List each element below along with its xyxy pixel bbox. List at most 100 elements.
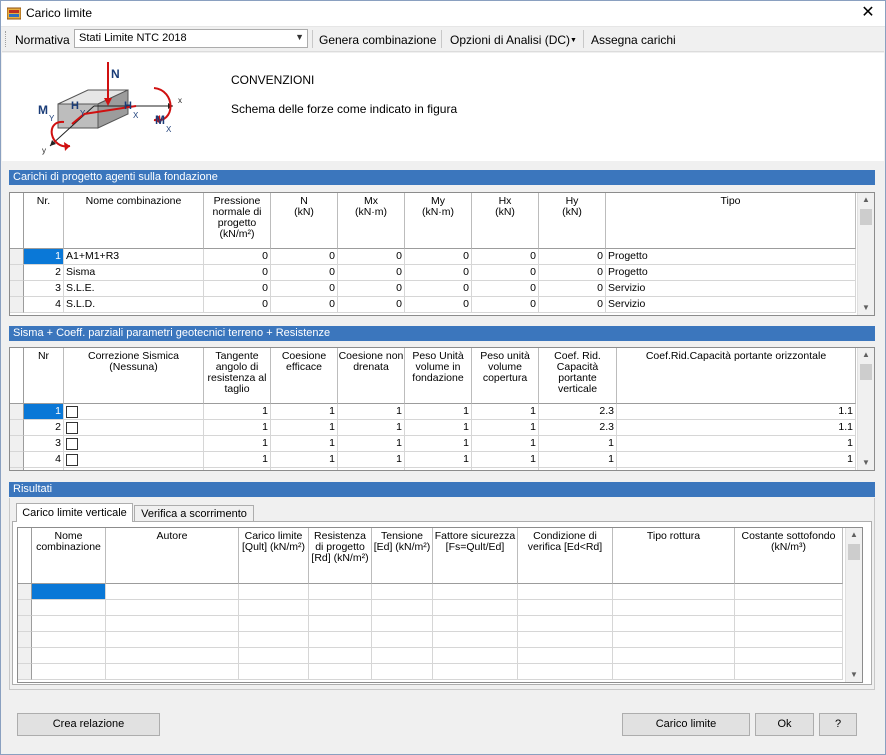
table-cell[interactable]: [617, 468, 856, 470]
table-cell[interactable]: 0: [472, 249, 539, 265]
table-cell[interactable]: [239, 616, 309, 632]
close-icon[interactable]: ✕: [858, 3, 878, 23]
vertical-scrollbar[interactable]: ▲ ▼: [857, 193, 874, 315]
row-header[interactable]: [18, 584, 32, 600]
table-cell[interactable]: 1: [617, 436, 856, 452]
table-cell[interactable]: 0: [405, 265, 472, 281]
table-cell[interactable]: [64, 436, 204, 452]
table-cell[interactable]: [309, 632, 372, 648]
table-cell[interactable]: 0: [204, 281, 271, 297]
correzione-sismica-checkbox[interactable]: [66, 437, 78, 450]
table-cell[interactable]: [204, 468, 271, 470]
table-cell[interactable]: [309, 600, 372, 616]
table-cell[interactable]: [735, 648, 843, 664]
table-cell[interactable]: [24, 468, 64, 470]
table-cell[interactable]: 1: [539, 436, 617, 452]
column-header[interactable]: Peso unità volume copertura: [472, 348, 539, 404]
table-cell[interactable]: 1: [472, 452, 539, 468]
table-cell[interactable]: [735, 664, 843, 680]
table-cell[interactable]: 0: [539, 265, 606, 281]
table-cell[interactable]: [239, 600, 309, 616]
table-cell[interactable]: 1: [338, 436, 405, 452]
table-cell[interactable]: 3: [24, 436, 64, 452]
table-cell[interactable]: 1: [24, 404, 64, 420]
table-cell[interactable]: 1.1: [617, 420, 856, 436]
table-cell[interactable]: [613, 600, 735, 616]
row-header[interactable]: [10, 468, 24, 470]
tab-verifica-scorrimento[interactable]: Verifica a scorrimento: [134, 505, 254, 522]
table-cell[interactable]: Sisma: [64, 265, 204, 281]
table-cell[interactable]: [433, 664, 518, 680]
table-cell[interactable]: [372, 664, 433, 680]
column-header[interactable]: Carico limite [Qult] (kN/m²): [239, 528, 309, 584]
table-cell[interactable]: [518, 584, 613, 600]
table-cell[interactable]: 0: [271, 265, 338, 281]
table-cell[interactable]: [472, 468, 539, 470]
table-cell[interactable]: [433, 632, 518, 648]
table-cell[interactable]: [106, 616, 239, 632]
table-cell[interactable]: [106, 584, 239, 600]
row-header[interactable]: [10, 404, 24, 420]
table-cell[interactable]: 0: [271, 297, 338, 313]
table-cell[interactable]: [372, 584, 433, 600]
table-cell[interactable]: [239, 664, 309, 680]
ok-button[interactable]: Ok: [755, 713, 814, 736]
table-cell[interactable]: [239, 648, 309, 664]
scroll-down-icon[interactable]: ▼: [858, 456, 874, 470]
table-cell[interactable]: [433, 648, 518, 664]
normativa-select[interactable]: Stati Limite NTC 2018 ▼: [74, 29, 308, 48]
table-cell[interactable]: 2: [24, 265, 64, 281]
scroll-thumb[interactable]: [848, 544, 860, 560]
table-cell[interactable]: [735, 584, 843, 600]
table-cell[interactable]: [32, 632, 106, 648]
table-cell[interactable]: [613, 616, 735, 632]
table-cell[interactable]: [309, 616, 372, 632]
table-cell[interactable]: 1: [204, 452, 271, 468]
column-header[interactable]: Pressione normale di progetto (kN/m²): [204, 193, 271, 249]
table-cell[interactable]: 2.3: [539, 420, 617, 436]
column-header[interactable]: Nome combinazione: [32, 528, 106, 584]
column-header[interactable]: N (kN): [271, 193, 338, 249]
table-cell[interactable]: [433, 600, 518, 616]
scroll-up-icon[interactable]: ▲: [858, 193, 874, 207]
table-cell[interactable]: 0: [405, 297, 472, 313]
column-header[interactable]: Mx (kN·m): [338, 193, 405, 249]
column-header[interactable]: Tensione [Ed] (kN/m²): [372, 528, 433, 584]
column-header[interactable]: Tipo rottura: [613, 528, 735, 584]
table-cell[interactable]: 1: [405, 436, 472, 452]
column-header[interactable]: Coef.Rid.Capacità portante orizzontale: [617, 348, 856, 404]
column-header[interactable]: Costante sottofondo (kN/m³): [735, 528, 843, 584]
table-cell[interactable]: [518, 632, 613, 648]
scroll-down-icon[interactable]: ▼: [846, 668, 862, 682]
table-cell[interactable]: [372, 632, 433, 648]
table-cell[interactable]: 4: [24, 452, 64, 468]
table-cell[interactable]: [64, 404, 204, 420]
table-cell[interactable]: 1: [472, 404, 539, 420]
table-cell[interactable]: [433, 584, 518, 600]
table-cell[interactable]: [32, 648, 106, 664]
table-cell[interactable]: 1: [472, 420, 539, 436]
table-cell[interactable]: 1: [405, 420, 472, 436]
table-cell[interactable]: 0: [539, 281, 606, 297]
column-header[interactable]: Autore: [106, 528, 239, 584]
crea-relazione-button[interactable]: Crea relazione: [17, 713, 160, 736]
table-cell[interactable]: 0: [338, 265, 405, 281]
table-cell[interactable]: [433, 616, 518, 632]
scroll-thumb[interactable]: [860, 364, 872, 380]
row-header[interactable]: [18, 616, 32, 632]
table-cell[interactable]: [735, 632, 843, 648]
table-cell[interactable]: 0: [204, 249, 271, 265]
table-cell[interactable]: 4: [24, 297, 64, 313]
table-cell[interactable]: [106, 648, 239, 664]
table-cell[interactable]: 1: [539, 452, 617, 468]
column-header[interactable]: Correzione Sismica (Nessuna): [64, 348, 204, 404]
table-cell[interactable]: 1: [204, 404, 271, 420]
vertical-scrollbar[interactable]: ▲ ▼: [857, 348, 874, 470]
table-cell[interactable]: [372, 616, 433, 632]
table-cell[interactable]: A1+M1+R3: [64, 249, 204, 265]
table-cell[interactable]: 0: [338, 249, 405, 265]
table-cell[interactable]: [613, 664, 735, 680]
correzione-sismica-checkbox[interactable]: [66, 453, 78, 466]
table-cell[interactable]: [106, 664, 239, 680]
table-cell[interactable]: [518, 616, 613, 632]
